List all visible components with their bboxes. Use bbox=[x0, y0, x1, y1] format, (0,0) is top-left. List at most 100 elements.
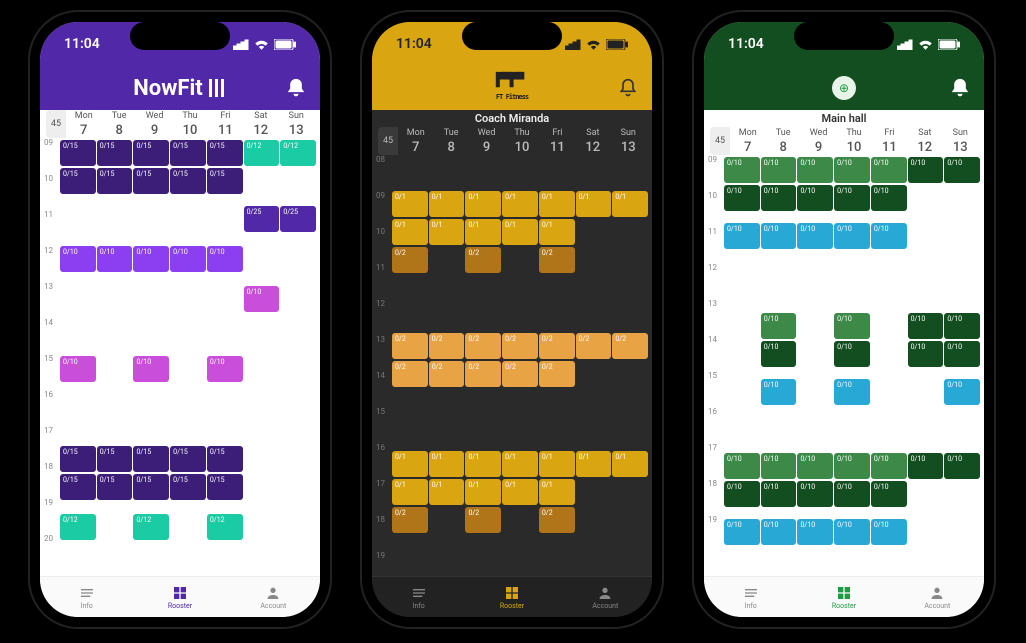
day-col[interactable]: Fri11 bbox=[540, 128, 575, 155]
schedule-cell[interactable]: 0/1 bbox=[539, 451, 575, 477]
schedule-cell[interactable]: 0/10 bbox=[761, 313, 797, 339]
schedule-cell[interactable]: 0/1 bbox=[612, 451, 648, 477]
schedule-cell[interactable]: 0/10 bbox=[170, 246, 206, 272]
day-col[interactable]: Mon7 bbox=[398, 128, 433, 155]
schedule-cell[interactable]: 0/2 bbox=[539, 361, 575, 387]
schedule-cell[interactable]: 0/15 bbox=[97, 446, 133, 472]
schedule-cell[interactable]: 0/1 bbox=[429, 191, 465, 217]
schedule-cell[interactable]: 0/2 bbox=[465, 361, 501, 387]
schedule-cell[interactable]: 0/10 bbox=[944, 341, 980, 367]
week-header[interactable]: 45 Mon7 Tue8 Wed9 Thu10 Fri11 Sat12 Sun1… bbox=[704, 127, 984, 155]
schedule-cell[interactable]: 0/10 bbox=[207, 246, 243, 272]
schedule-cell[interactable]: 0/15 bbox=[60, 446, 96, 472]
schedule-cell[interactable]: 0/1 bbox=[465, 451, 501, 477]
schedule-cell[interactable]: 0/10 bbox=[797, 157, 833, 183]
day-col[interactable]: Mon7 bbox=[66, 111, 101, 138]
schedule-cell[interactable]: 0/15 bbox=[170, 168, 206, 194]
schedule-cell[interactable]: 0/10 bbox=[797, 223, 833, 249]
schedule-cell[interactable]: 0/10 bbox=[834, 379, 870, 405]
day-col[interactable]: Thu10 bbox=[504, 128, 539, 155]
schedule-cell[interactable]: 0/1 bbox=[392, 479, 428, 505]
day-col[interactable]: Fri11 bbox=[208, 111, 243, 138]
day-col[interactable]: Tue8 bbox=[765, 128, 800, 155]
day-col[interactable]: Sun13 bbox=[611, 128, 646, 155]
schedule-cell[interactable]: 0/1 bbox=[465, 219, 501, 245]
schedule-cell[interactable]: 0/10 bbox=[724, 223, 760, 249]
schedule-cell[interactable]: 0/2 bbox=[465, 507, 501, 533]
schedule-cell[interactable]: 0/2 bbox=[502, 361, 538, 387]
schedule-cell[interactable]: 0/2 bbox=[576, 333, 612, 359]
schedule-cell[interactable]: 0/15 bbox=[133, 474, 169, 500]
schedule-cell[interactable]: 0/10 bbox=[724, 157, 760, 183]
schedule-cell[interactable]: 0/1 bbox=[465, 479, 501, 505]
schedule-cell[interactable]: 0/2 bbox=[539, 333, 575, 359]
schedule-cell[interactable]: 0/1 bbox=[502, 219, 538, 245]
day-col[interactable]: Tue8 bbox=[433, 128, 468, 155]
schedule-cell[interactable]: 0/15 bbox=[133, 168, 169, 194]
day-col[interactable]: Wed9 bbox=[801, 128, 836, 155]
tab-info[interactable]: Info bbox=[40, 577, 133, 617]
schedule-cell[interactable]: 0/10 bbox=[761, 519, 797, 545]
day-col[interactable]: Sat12 bbox=[907, 128, 942, 155]
day-col[interactable]: Sun13 bbox=[943, 128, 978, 155]
schedule-cell[interactable]: 0/10 bbox=[724, 481, 760, 507]
schedule-cell[interactable]: 0/15 bbox=[97, 140, 133, 166]
tab-account[interactable]: Account bbox=[559, 577, 652, 617]
schedule-cell[interactable]: 0/10 bbox=[871, 481, 907, 507]
day-col[interactable]: Sat12 bbox=[575, 128, 610, 155]
schedule-cell[interactable]: 0/10 bbox=[724, 185, 760, 211]
day-col[interactable]: Sat12 bbox=[243, 111, 278, 138]
schedule-cell[interactable]: 0/15 bbox=[97, 168, 133, 194]
schedule-cell[interactable]: 0/10 bbox=[724, 519, 760, 545]
day-col[interactable]: Wed9 bbox=[469, 128, 504, 155]
schedule-cell[interactable]: 0/10 bbox=[834, 453, 870, 479]
schedule-cell[interactable]: 0/10 bbox=[797, 519, 833, 545]
tab-rooster[interactable]: Rooster bbox=[465, 577, 558, 617]
schedule-cell[interactable]: 0/10 bbox=[871, 453, 907, 479]
schedule-cell[interactable]: 0/10 bbox=[761, 185, 797, 211]
schedule-cell[interactable]: 0/10 bbox=[871, 519, 907, 545]
schedule-cell[interactable]: 0/25 bbox=[280, 206, 316, 232]
schedule-cell[interactable]: 0/10 bbox=[133, 246, 169, 272]
schedule-cell[interactable]: 0/15 bbox=[207, 168, 243, 194]
schedule-cell[interactable]: 0/2 bbox=[465, 333, 501, 359]
schedule-cell[interactable]: 0/2 bbox=[392, 507, 428, 533]
schedule-grid[interactable]: 0910111213141516171819 0/100/100/100/100… bbox=[704, 155, 984, 576]
schedule-cell[interactable]: 0/10 bbox=[944, 379, 980, 405]
schedule-cell[interactable]: 0/10 bbox=[908, 453, 944, 479]
schedule-cell[interactable]: 0/10 bbox=[908, 157, 944, 183]
schedule-cell[interactable]: 0/10 bbox=[834, 481, 870, 507]
schedule-cell[interactable]: 0/1 bbox=[465, 191, 501, 217]
schedule-cell[interactable]: 0/10 bbox=[797, 453, 833, 479]
week-header[interactable]: 45 Mon7 Tue8 Wed9 Thu10 Fri11 Sat12 Sun1… bbox=[372, 127, 652, 155]
schedule-cell[interactable]: 0/10 bbox=[761, 157, 797, 183]
schedule-cell[interactable]: 0/1 bbox=[502, 451, 538, 477]
schedule-cell[interactable]: 0/10 bbox=[133, 356, 169, 382]
day-col[interactable]: Mon7 bbox=[730, 128, 765, 155]
schedule-cell[interactable]: 0/15 bbox=[133, 446, 169, 472]
schedule-cell[interactable]: 0/10 bbox=[871, 223, 907, 249]
schedule-cell[interactable]: 0/10 bbox=[761, 481, 797, 507]
schedule-cell[interactable]: 0/15 bbox=[60, 168, 96, 194]
schedule-cell[interactable]: 0/1 bbox=[502, 479, 538, 505]
schedule-cell[interactable]: 0/1 bbox=[612, 191, 648, 217]
schedule-cell[interactable]: 0/12 bbox=[133, 514, 169, 540]
schedule-cell[interactable]: 0/10 bbox=[834, 185, 870, 211]
day-col[interactable]: Tue8 bbox=[101, 111, 136, 138]
schedule-cell[interactable]: 0/1 bbox=[539, 479, 575, 505]
schedule-cell[interactable]: 0/15 bbox=[170, 474, 206, 500]
schedule-cell[interactable]: 0/1 bbox=[392, 219, 428, 245]
schedule-cell[interactable]: 0/15 bbox=[97, 474, 133, 500]
schedule-cell[interactable]: 0/1 bbox=[429, 219, 465, 245]
schedule-grid[interactable]: 091011121314151617181920 0/150/150/150/1… bbox=[40, 138, 320, 576]
schedule-grid[interactable]: 08091011121314151617181920 0/10/10/10/10… bbox=[372, 155, 652, 576]
schedule-cell[interactable]: 0/1 bbox=[392, 451, 428, 477]
tab-account[interactable]: Account bbox=[891, 577, 984, 617]
day-col[interactable]: Thu10 bbox=[836, 128, 871, 155]
schedule-cell[interactable]: 0/10 bbox=[60, 356, 96, 382]
schedule-cell[interactable]: 0/10 bbox=[908, 341, 944, 367]
notifications-button[interactable] bbox=[618, 78, 638, 98]
schedule-cell[interactable]: 0/10 bbox=[834, 341, 870, 367]
schedule-cell[interactable]: 0/15 bbox=[133, 140, 169, 166]
schedule-cell[interactable]: 0/10 bbox=[871, 157, 907, 183]
